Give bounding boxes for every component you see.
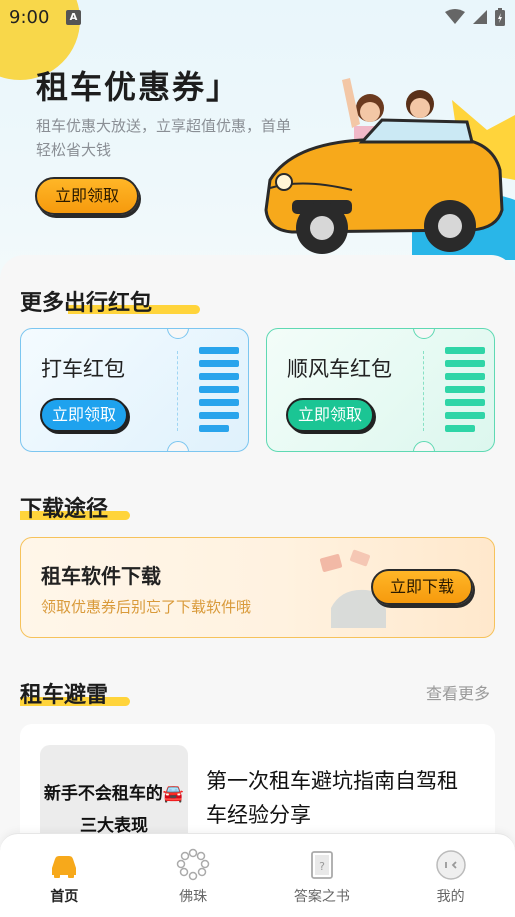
view-more-link[interactable]: 查看更多 [426,680,490,704]
car-icon [52,856,77,878]
signal-icon [473,10,487,24]
coupon-stripes-icon [199,347,239,438]
profile-icon [435,850,466,880]
taxi-coupon-card[interactable]: 打车红包 立即领取 [20,328,249,452]
tab-label: 答案之书 [293,889,350,905]
coupon-name: 打车红包 [41,357,125,381]
tab-label: 佛珠 [179,889,208,905]
coupon-divider [423,351,424,431]
tab-beads[interactable]: 佛珠 [129,834,258,917]
convertible-car-illustration [264,78,515,260]
coupon-name: 顺风车红包 [287,357,392,381]
carpool-coupon-card[interactable]: 顺风车红包 立即领取 [266,328,495,452]
taxi-coupon-claim-button[interactable]: 立即领取 [40,398,128,432]
section-title: 下载途径 [20,497,109,522]
tab-label: 我的 [436,889,465,905]
coupon-notch [167,441,189,451]
wifi-icon [445,9,465,24]
tab-answer-book[interactable]: ? 答案之书 [258,834,387,917]
tab-home[interactable]: 首页 [0,834,129,917]
download-card-title: 租车软件下载 [41,564,161,588]
section-title: 更多出行红包 [20,291,153,316]
download-card[interactable]: 租车软件下载 领取优惠券后别忘了下载软件哦 立即下载 [20,537,495,638]
hero-claim-button[interactable]: 立即领取 [35,177,139,215]
battery-icon [495,8,505,26]
section-download: 下载途径 [20,491,130,523]
section-more-red-packets: 更多出行红包 [20,285,200,317]
download-now-button[interactable]: 立即下载 [371,569,473,605]
book-icon: ? [310,851,333,879]
status-icons [445,8,505,26]
section-pitfall: 租车避雷 [20,677,130,709]
beads-icon [176,848,210,881]
coupon-stripes-icon [445,347,485,438]
section-title: 租车避雷 [20,683,109,708]
status-bar: 9:00 A [0,0,515,36]
status-time: 9:00 [9,7,50,28]
coupon-notch [413,329,435,339]
carpool-coupon-claim-button[interactable]: 立即领取 [286,398,374,432]
bottom-tab-bar: 首页 佛珠 ? 答案之书 我的 [0,833,515,917]
download-card-subtitle: 领取优惠券后别忘了下载软件哦 [41,598,252,616]
coupon-notch [413,441,435,451]
tab-label: 首页 [50,889,79,905]
tab-profile[interactable]: 我的 [386,834,515,917]
coupon-divider [177,351,178,431]
notification-icon: A [66,10,81,25]
coupon-notch [167,329,189,339]
hero-subtitle: 租车优惠大放送，立享超值优惠，首单轻松省大钱 [36,117,292,159]
thumb-text-line: 新手不会租车的🚘 [43,784,185,804]
hero-title: 租车优惠券」 [36,68,241,106]
hero-banner: 租车优惠券」 租车优惠大放送，立享超值优惠，首单轻松省大钱 立即领取 [0,0,515,290]
svg-text:?: ? [319,860,325,873]
article-title: 第一次租车避坑指南自驾租车经验分享 [206,769,458,827]
